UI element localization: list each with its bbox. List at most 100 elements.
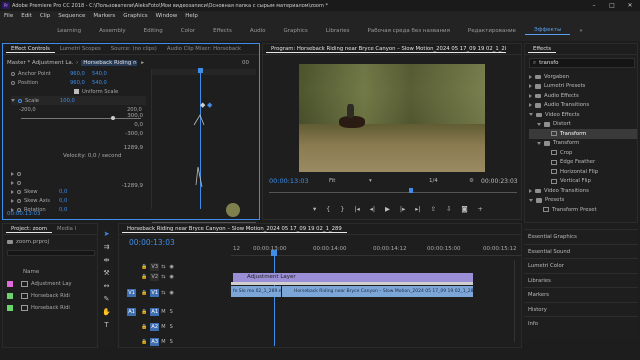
maximize-button[interactable]: □ [603,0,621,11]
razor-tool-icon[interactable]: ⚒ [102,269,111,278]
uniform-scale-checkbox[interactable] [74,89,79,94]
program-scrubber[interactable] [269,188,517,193]
lock-icon[interactable]: 🔒 [141,290,147,296]
tab-sequence[interactable]: Horseback Riding near Bryce Canyon – Slo… [122,226,347,233]
workspace-graphics[interactable]: Graphics [274,28,316,34]
effects-tree-item[interactable]: Edge Feather [529,158,637,168]
keyframe-icon[interactable]: ◆ [200,101,205,109]
effects-tree-item[interactable]: Horizontal Flip [529,167,637,177]
rotation-value[interactable]: 0,0 [59,207,67,213]
extract-icon[interactable]: ⇩ [446,205,451,213]
lock-icon[interactable]: 🔒 [141,324,147,330]
expand-icon[interactable] [529,188,532,193]
menu-window[interactable]: Window [156,13,178,19]
keyframe-icon[interactable]: ◆ [207,101,212,109]
menu-graphics[interactable]: Graphics [123,13,147,19]
anchor-y-value[interactable]: 540,0 [92,71,107,77]
type-tool-icon[interactable]: T [102,321,111,330]
effects-tree-item[interactable]: Video Transitions [529,186,637,196]
ripple-edit-tool-icon[interactable]: ⇹ [102,256,111,265]
workspace-effects[interactable]: Effects [204,28,241,34]
panel-lumetri-color[interactable]: Lumetri Color [524,258,638,273]
effects-tree-item[interactable]: Transform [529,139,637,149]
stopwatch-icon[interactable] [17,198,21,203]
workspace-color[interactable]: Color [172,28,204,34]
effects-search-input[interactable]: transfo [539,60,558,66]
step-forward-icon[interactable]: |▸ [400,205,405,213]
mute-icon[interactable]: M [161,339,165,345]
lift-icon[interactable]: ⇧ [431,205,436,213]
expand-icon[interactable] [529,74,532,79]
menu-sequence[interactable]: Sequence [58,13,85,19]
minimize-button[interactable]: – [585,0,603,11]
workspace-editing[interactable]: Editing [135,28,172,34]
expand-icon[interactable] [11,99,15,102]
track-label[interactable]: A3 [150,337,160,346]
workspace-audio[interactable]: Audio [241,28,275,34]
collapse-icon[interactable] [537,122,541,126]
mute-icon[interactable]: M [161,324,165,330]
effects-search-box[interactable]: ⌕ transfo [529,58,635,68]
program-timecode[interactable]: 00:00:13:03 [269,177,329,185]
timeline-timecode[interactable]: 00:00:13:03 [129,238,175,247]
project-item[interactable]: Horseback Ridi [7,302,97,314]
anchor-x-value[interactable]: 960,0 [70,71,92,77]
wrench-icon[interactable]: ⚙ [469,178,481,184]
expand-icon[interactable] [529,84,532,89]
go-to-out-icon[interactable]: ▸| [415,205,420,213]
lock-icon[interactable]: 🔒 [141,274,147,280]
tab-effects[interactable]: Effects [528,46,557,53]
skew-value[interactable]: 0,0 [59,189,67,195]
sync-lock-icon[interactable]: ⇆ [161,274,165,280]
tab-source[interactable]: Source: (no clips) [106,46,162,52]
expand-icon[interactable] [11,198,14,203]
track-label[interactable]: V1 [150,289,160,297]
lock-icon[interactable]: 🔒 [141,264,147,270]
expand-icon[interactable] [529,93,532,98]
stopwatch-icon[interactable] [17,171,21,176]
stopwatch-icon[interactable] [11,80,15,85]
skew-axis-value[interactable]: 0,0 [59,198,67,204]
workspace-learning[interactable]: Learning [48,28,90,34]
solo-icon[interactable]: S [170,309,173,315]
position-x-value[interactable]: 960,0 [70,80,92,86]
collapse-icon[interactable] [529,113,533,117]
camera-icon[interactable]: ◙ [461,205,467,213]
mute-icon[interactable]: M [161,309,165,315]
effects-tree-item[interactable]: Crop [529,148,637,158]
menu-clip[interactable]: Clip [40,13,50,19]
track-select-tool-icon[interactable]: ⇉ [102,243,111,252]
video-frame[interactable] [299,64,485,172]
track-label[interactable]: V2 [150,273,160,281]
hand-tool-icon[interactable]: ✋ [102,308,111,317]
stopwatch-icon[interactable] [17,189,21,194]
effects-tree-item[interactable]: Vertical Flip [529,177,637,187]
video-clip-right[interactable]: Horseback Riding near Bryce Canyon – Slo… [282,286,473,297]
effects-tree-item[interactable]: Transform [529,129,637,139]
timeline-scrollbar[interactable] [514,260,519,342]
tab-audio-clip-mixer[interactable]: Audio Clip Mixer: Horseback [162,46,246,52]
panel-essential-sound[interactable]: Essential Sound [524,243,638,259]
value-graph[interactable] [192,111,232,201]
resolution-dropdown[interactable]: 1/4 [429,178,469,184]
expand-icon[interactable] [11,189,14,194]
clip-name[interactable]: Horseback Riding n... [81,60,138,66]
tab-lumetri-scopes[interactable]: Lumetri Scopes [55,46,106,52]
tab-media-browser[interactable]: Media I [52,226,81,232]
stopwatch-icon[interactable] [17,180,21,185]
eye-icon[interactable]: ◉ [169,290,173,296]
playhead-handle[interactable] [198,68,203,73]
keyframe-ruler[interactable] [152,69,256,75]
effects-tree-item[interactable]: Transform Preset [529,205,637,215]
timeline-ruler[interactable]: 12 00:00:13:00 00:00:14:00 00:00:14:12 0… [231,242,521,256]
workspace-libraries[interactable]: Libraries [317,28,359,34]
effects-tree-item[interactable]: Audio Effects [529,91,637,101]
panel-info[interactable]: Info [524,316,638,331]
workspaces-overflow-button[interactable]: » [570,28,591,34]
source-patch-a1[interactable]: A1 [127,307,136,316]
position-y-value[interactable]: 540,0 [92,80,107,86]
slip-tool-icon[interactable]: ↔ [102,282,111,291]
expand-icon[interactable] [11,171,14,176]
adjustment-layer-clip[interactable]: Adjustment Layer [233,273,473,282]
scale-value[interactable]: 100,0 [60,98,75,104]
